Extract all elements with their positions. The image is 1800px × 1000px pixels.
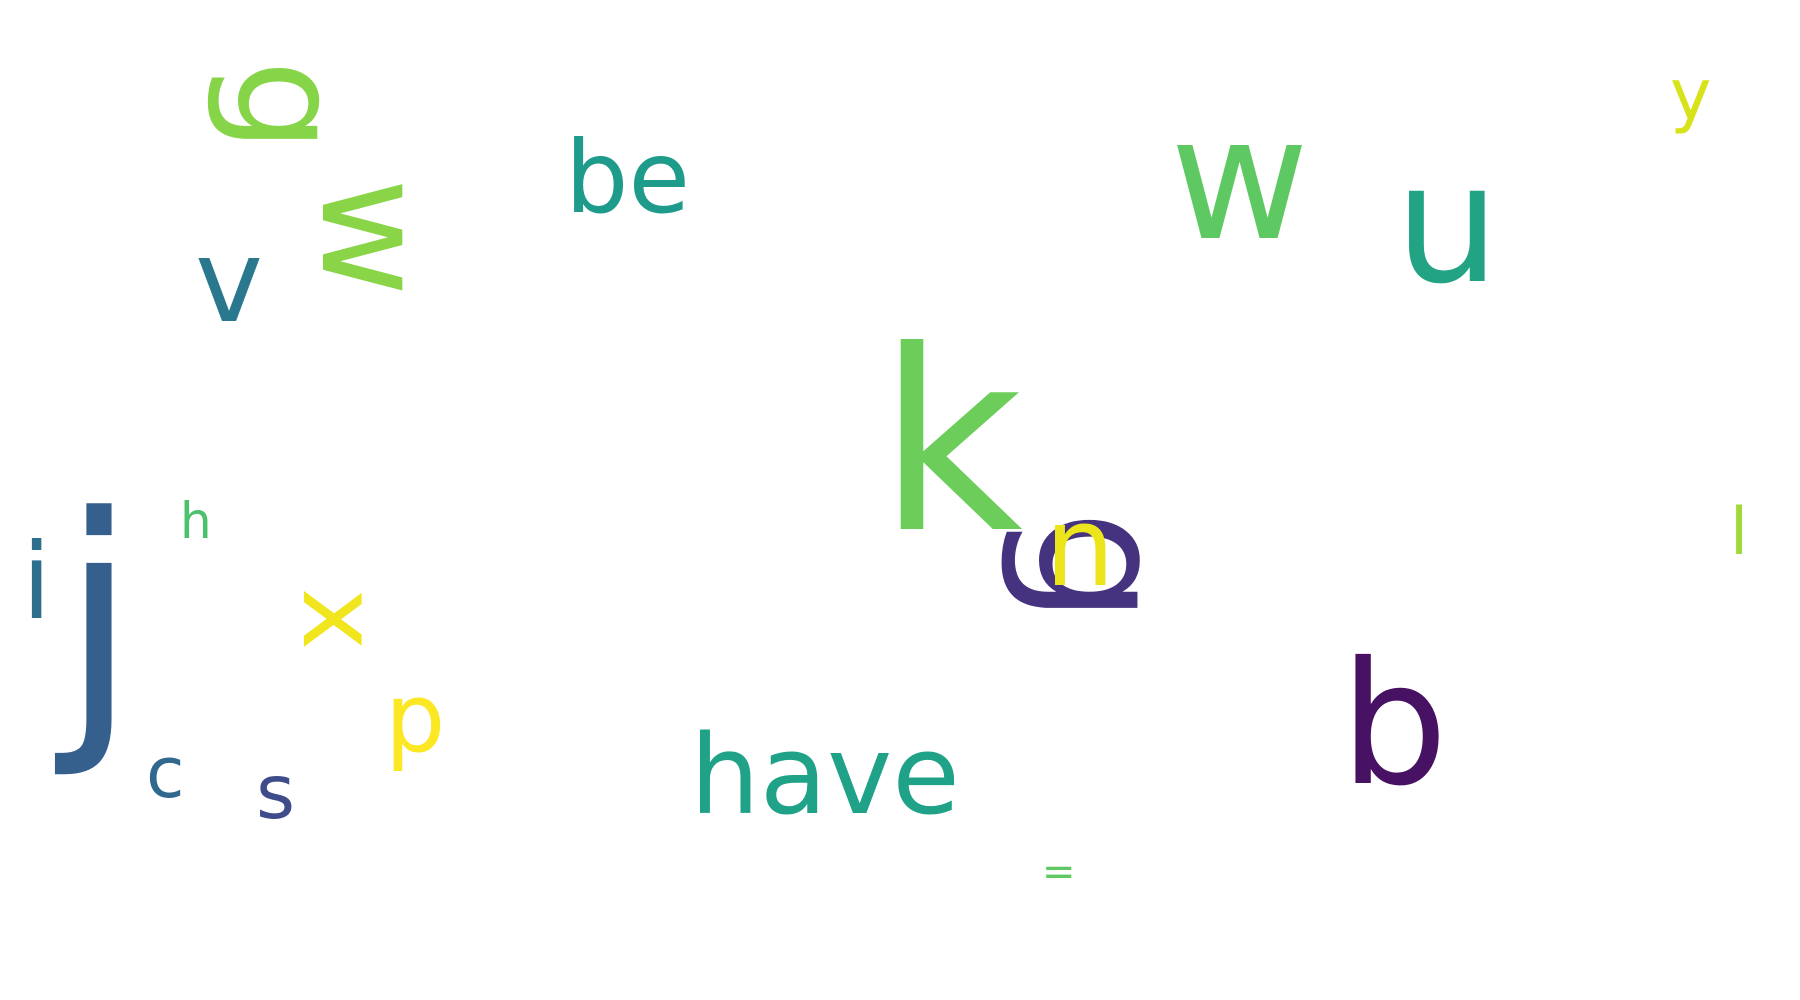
word-cloud: k b u j w g g w have n be v x p i s c y …	[0, 0, 1800, 1000]
word-equals: =	[1042, 849, 1076, 895]
word-h: h	[180, 492, 212, 550]
word-y: y	[1670, 54, 1712, 136]
word-w-upright: w	[1170, 81, 1310, 279]
word-p: p	[385, 664, 446, 774]
word-i: i	[22, 521, 52, 643]
word-b: b	[1340, 626, 1448, 824]
word-x-rotated: x	[279, 588, 401, 651]
word-l: l	[1730, 495, 1749, 570]
word-w-rotated: w	[288, 178, 457, 297]
word-g-rotated-green: g	[203, 60, 372, 153]
word-be: be	[565, 119, 690, 236]
word-v: v	[195, 215, 264, 349]
word-s: s	[256, 748, 296, 836]
word-c: c	[146, 732, 185, 814]
word-have: have	[690, 711, 960, 839]
word-u: u	[1395, 128, 1500, 320]
word-n: n	[1045, 483, 1115, 611]
word-j: j	[60, 457, 138, 783]
